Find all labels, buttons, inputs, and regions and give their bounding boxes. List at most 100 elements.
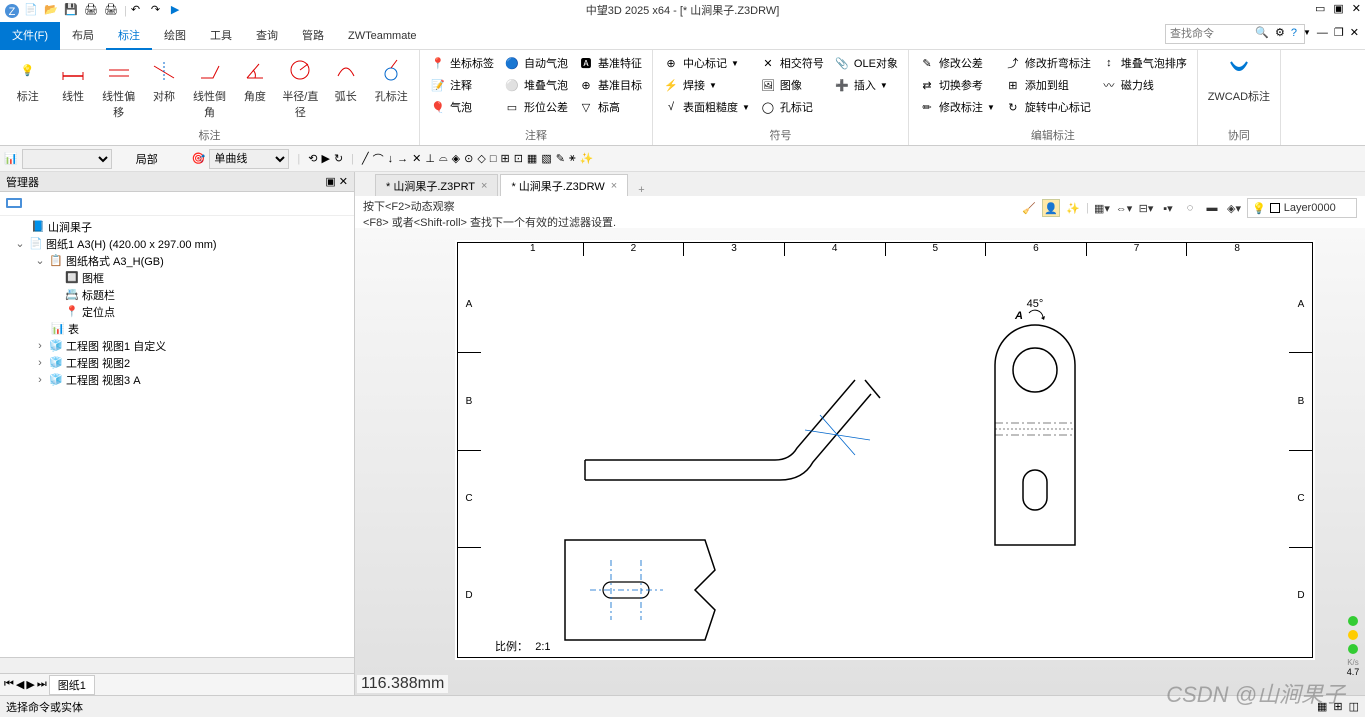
tab-close-icon[interactable]: × — [611, 180, 617, 192]
tool-perp-icon[interactable]: ⊥ — [425, 152, 435, 165]
minimize-icon[interactable]: ▭ — [1315, 2, 1325, 15]
tool-c-icon[interactable]: ✎ — [556, 152, 565, 165]
menu-draw[interactable]: 绘图 — [152, 22, 198, 50]
menu-layout[interactable]: 布局 — [60, 22, 106, 50]
datum-target-button[interactable]: ⊕基准目标 — [574, 74, 646, 96]
gdt-button[interactable]: ▭形位公差 — [500, 96, 572, 118]
tool-icon-3[interactable]: ↻ — [334, 152, 343, 165]
menu-file[interactable]: 文件(F) — [0, 22, 60, 50]
intersect-button[interactable]: ✕相交符号 — [756, 52, 828, 74]
min2-icon[interactable]: — — [1317, 27, 1328, 39]
roughness-button[interactable]: √表面粗糙度▼ — [659, 96, 754, 118]
panel-close-icon[interactable]: ✕ — [339, 176, 348, 188]
filter-select[interactable] — [22, 149, 112, 169]
redo-icon[interactable]: ↷ — [151, 3, 167, 19]
ole-button[interactable]: 📎OLE对象 — [830, 52, 902, 74]
tool-x-icon[interactable]: ✕ — [412, 152, 421, 165]
vt-align-icon[interactable]: ⊟▾ — [1137, 199, 1155, 217]
sb-icon-2[interactable]: ⊞ — [1333, 700, 1342, 713]
nav-next-icon[interactable]: ▶ — [26, 678, 34, 691]
auto-balloon-button[interactable]: 🔵自动气泡 — [500, 52, 572, 74]
menu-teammate[interactable]: ZWTeammate — [336, 22, 428, 50]
dim-symmetric-button[interactable]: 对称 — [142, 52, 185, 125]
tab-drawing[interactable]: * 山涧果子.Z3DRW× — [500, 174, 628, 196]
add-group-button[interactable]: ⊞添加到组 — [1001, 74, 1095, 96]
rotate-center-button[interactable]: ↻旋转中心标记 — [1001, 96, 1095, 118]
tool-line-icon[interactable]: ╱ — [362, 152, 369, 165]
zwcad-button[interactable]: ZWCAD标注 — [1204, 52, 1274, 125]
vt-rect-icon[interactable]: ▬ — [1203, 199, 1221, 217]
pin-icon[interactable]: ▣ — [325, 176, 335, 188]
scope-icon[interactable]: 🎯 — [192, 152, 206, 165]
tool-icon-2[interactable]: ▶ — [321, 152, 329, 165]
insert-button[interactable]: ➕插入▼ — [830, 74, 902, 96]
hole-mark-button[interactable]: ◯孔标记 — [756, 96, 828, 118]
vt-arrows-icon[interactable]: ⇔▾ — [1115, 199, 1133, 217]
tree-view[interactable]: 📘山涧果子 ⌄📄图纸1 A3(H) (420.00 x 297.00 mm) ⌄… — [0, 216, 354, 657]
maximize-icon[interactable]: ▣ — [1333, 2, 1343, 15]
sort-balloon-button[interactable]: ↕堆叠气泡排序 — [1097, 52, 1191, 74]
layer-combo[interactable]: 💡 Layer0000 — [1247, 198, 1357, 218]
tool-mid-icon[interactable]: ◈ — [452, 152, 460, 165]
new-icon[interactable]: 📄 — [24, 3, 40, 19]
tool-v-icon[interactable]: ↓ — [388, 153, 394, 165]
tool-cen-icon[interactable]: ⊙ — [464, 152, 473, 165]
tool-h-icon[interactable]: → — [397, 153, 408, 165]
image-button[interactable]: 🖼图像 — [756, 74, 828, 96]
edit-tol-button[interactable]: ✎修改公差 — [915, 52, 999, 74]
tool-icon-1[interactable]: ⟲ — [308, 152, 317, 165]
dim-linear-button[interactable]: 线性 — [51, 52, 94, 125]
help-icon[interactable]: ? — [1291, 27, 1297, 39]
edit-jog-button[interactable]: ⤴修改折弯标注 — [1001, 52, 1095, 74]
nav-first-icon[interactable]: ⏮ — [4, 678, 14, 691]
drawing-canvas[interactable]: 12345678 ABCD ABCD — [355, 228, 1365, 695]
tool-e-icon[interactable]: ✨ — [580, 152, 594, 165]
settings-icon[interactable]: ⚙ — [1275, 26, 1285, 39]
datum-feature-button[interactable]: 🅰基准特征 — [574, 52, 646, 74]
dim-smart-button[interactable]: 💡标注 — [6, 52, 49, 125]
open-icon[interactable]: 📂 — [44, 3, 60, 19]
edit-dim-button[interactable]: ✏修改标注▼ — [915, 96, 999, 118]
close2-icon[interactable]: ✕ — [1350, 26, 1359, 39]
dim-chamfer-button[interactable]: 线性倒角 — [188, 52, 231, 125]
play-icon[interactable]: ▶ — [171, 3, 187, 19]
vt-grid-icon[interactable]: ▦▾ — [1093, 199, 1111, 217]
menu-pipe[interactable]: 管路 — [290, 22, 336, 50]
curve-select[interactable]: 单曲线 — [209, 149, 289, 169]
dim-radius-button[interactable]: 半径/直径 — [279, 52, 322, 125]
sb-icon-1[interactable]: ▦ — [1317, 700, 1327, 713]
magnetic-button[interactable]: 〰磁力线 — [1097, 74, 1191, 96]
tab-part[interactable]: * 山涧果子.Z3PRT× — [375, 174, 498, 196]
nav-prev-icon[interactable]: ◀ — [16, 678, 24, 691]
dim-hole-button[interactable]: 孔标注 — [370, 52, 413, 125]
search-icon[interactable]: 🔍 — [1255, 26, 1269, 39]
manager-mode-icon[interactable] — [4, 192, 24, 215]
vt-person-icon[interactable]: 👤 — [1042, 199, 1060, 217]
print-icon[interactable]: 🖨 — [84, 3, 100, 19]
toggle-ref-button[interactable]: ⇄切换参考 — [915, 74, 999, 96]
sheet-tab[interactable]: 图纸1 — [49, 675, 95, 695]
close-icon[interactable]: ✕ — [1352, 2, 1361, 15]
filter-icon[interactable]: 📊 — [4, 152, 18, 165]
stack-balloon-button[interactable]: ⚪堆叠气泡 — [500, 74, 572, 96]
new-tab-icon[interactable]: + — [630, 184, 652, 196]
coord-label-button[interactable]: 📍坐标标签 — [426, 52, 498, 74]
vt-eraser-icon[interactable]: 🧹 — [1020, 199, 1038, 217]
nav-last-icon[interactable]: ⏭ — [37, 678, 47, 691]
menu-query[interactable]: 查询 — [244, 22, 290, 50]
dim-offset-button[interactable]: 线性偏移 — [97, 52, 140, 125]
menu-tools[interactable]: 工具 — [198, 22, 244, 50]
menu-annotate[interactable]: 标注 — [106, 22, 152, 50]
restore-icon[interactable]: ❐ — [1334, 26, 1344, 39]
tree-hscroll[interactable] — [0, 657, 354, 673]
print-preview-icon[interactable]: 🖨 — [104, 3, 120, 19]
vt-layers-icon[interactable]: ◈▾ — [1225, 199, 1243, 217]
vt-wand-icon[interactable]: ✨ — [1064, 199, 1082, 217]
tool-d-icon[interactable]: ⚹ — [569, 152, 576, 165]
elevation-button[interactable]: ▽标高 — [574, 96, 646, 118]
tool-tan-icon[interactable]: ⌓ — [439, 152, 448, 165]
undo-icon[interactable]: ↶ — [131, 3, 147, 19]
dim-angle-button[interactable]: 角度 — [233, 52, 276, 125]
note-button[interactable]: 📝注释 — [426, 74, 498, 96]
weld-button[interactable]: ⚡焊接▼ — [659, 74, 754, 96]
